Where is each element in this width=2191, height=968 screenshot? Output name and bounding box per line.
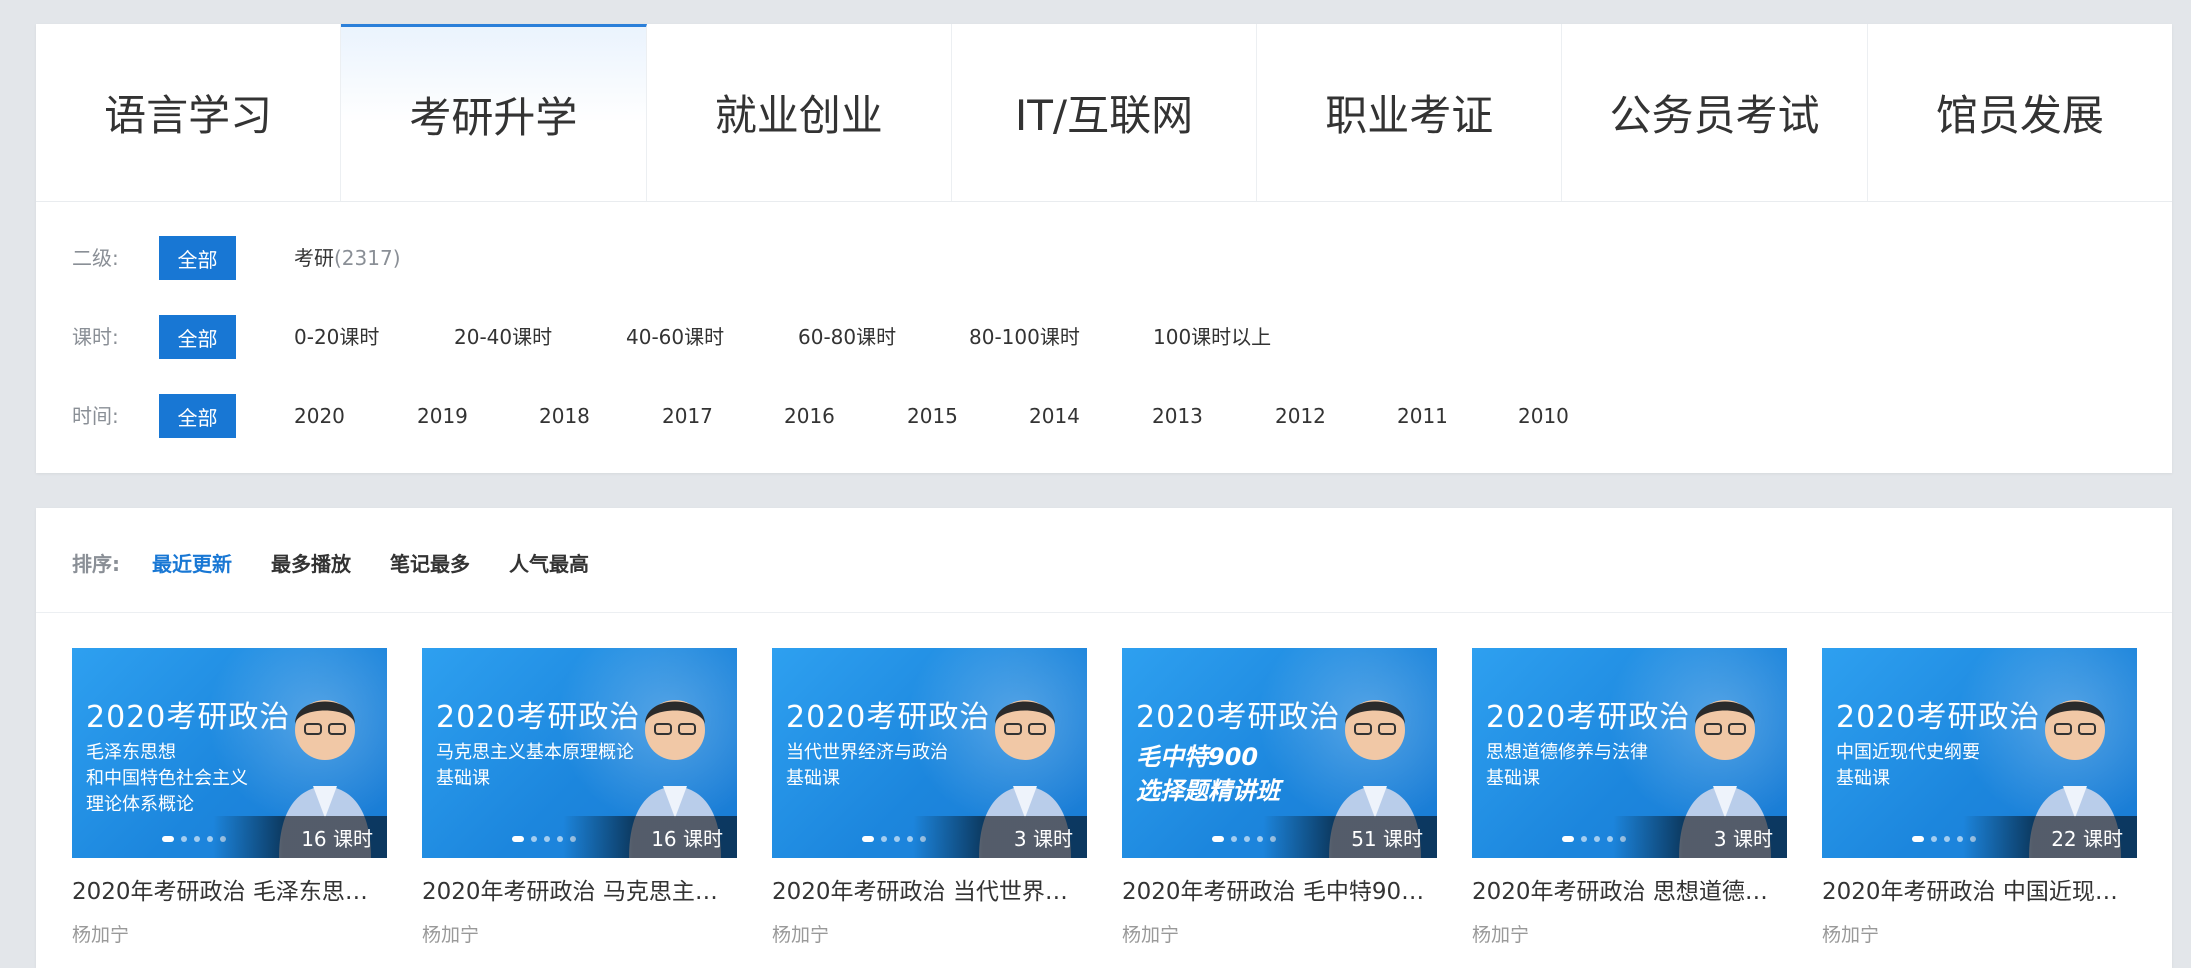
course-card[interactable]: 2020考研政治 中国近现代史纲要 基础课 22 课时 2020年考研政治 中国… <box>1822 648 2137 947</box>
hours-option[interactable]: 80-100课时 <box>969 315 1080 359</box>
time-option[interactable]: 2015 <box>907 394 958 438</box>
course-title[interactable]: 2020年考研政治 毛泽东思… <box>72 872 387 906</box>
course-thumbnail[interactable]: 2020考研政治 毛泽东思想 和中国特色社会主义 理论体系概论 16 课时 <box>72 648 387 858</box>
lesson-count-badge: 3 课时 <box>1613 816 1787 858</box>
lesson-count-badge: 16 课时 <box>563 816 737 858</box>
course-list-panel: 排序: 最近更新 最多播放 笔记最多 人气最高 2020考研政治 毛泽东思想 和… <box>36 508 2172 968</box>
course-thumbnail[interactable]: 2020考研政治 当代世界经济与政治 基础课 3 课时 <box>772 648 1087 858</box>
time-option[interactable]: 2016 <box>784 394 835 438</box>
sort-label: 排序: <box>72 552 120 576</box>
course-title[interactable]: 2020年考研政治 中国近现… <box>1822 872 2137 906</box>
lesson-count-badge: 51 课时 <box>1263 816 1437 858</box>
tab-employment[interactable]: 就业创业 <box>647 24 952 201</box>
course-teacher: 杨加宁 <box>1822 924 1880 946</box>
sort-option-most-played[interactable]: 最多播放 <box>271 548 351 577</box>
category-tabs: 语言学习 考研升学 就业创业 IT/互联网 职业考证 公务员考试 馆员发展 <box>36 24 2172 202</box>
course-thumbnail[interactable]: 2020考研政治 中国近现代史纲要 基础课 22 课时 <box>1822 648 2137 858</box>
filter-panel: 语言学习 考研升学 就业创业 IT/互联网 职业考证 公务员考试 馆员发展 二级… <box>36 24 2172 473</box>
thumb-subtitle: 中国近现代史纲要 基础课 <box>1836 742 1980 789</box>
thumb-title: 2020考研政治 <box>86 700 291 735</box>
course-thumbnail[interactable]: 2020考研政治 马克思主义基本原理概论 基础课 16 课时 <box>422 648 737 858</box>
thumb-title: 2020考研政治 <box>1136 700 1341 735</box>
lesson-count-badge: 22 课时 <box>1963 816 2137 858</box>
course-title[interactable]: 2020年考研政治 当代世界… <box>772 872 1087 906</box>
course-card[interactable]: 2020考研政治 当代世界经济与政治 基础课 3 课时 2020年考研政治 当代… <box>772 648 1087 947</box>
thumb-title: 2020考研政治 <box>1836 700 2041 735</box>
hours-option[interactable]: 60-80课时 <box>798 315 896 359</box>
thumb-title: 2020考研政治 <box>786 700 991 735</box>
course-title[interactable]: 2020年考研政治 马克思主… <box>422 872 737 906</box>
time-option[interactable]: 2020 <box>294 394 345 438</box>
thumb-subtitle: 当代世界经济与政治 基础课 <box>786 742 948 789</box>
tab-librarian[interactable]: 馆员发展 <box>1868 24 2172 201</box>
course-teacher: 杨加宁 <box>1472 924 1530 946</box>
time-option[interactable]: 2014 <box>1029 394 1080 438</box>
filter-label-time: 时间: <box>72 404 119 428</box>
time-all-button[interactable]: 全部 <box>159 394 236 438</box>
filter-label-hours: 课时: <box>72 325 119 349</box>
time-option[interactable]: 2010 <box>1518 394 1569 438</box>
time-option[interactable]: 2013 <box>1152 394 1203 438</box>
thumb-title: 2020考研政治 <box>1486 700 1691 735</box>
tab-postgraduate[interactable]: 考研升学 <box>341 24 647 201</box>
sort-option-popular[interactable]: 人气最高 <box>509 548 589 577</box>
course-teacher: 杨加宁 <box>1122 924 1180 946</box>
hours-option[interactable]: 20-40课时 <box>454 315 552 359</box>
course-card[interactable]: 2020考研政治 思想道德修养与法律 基础课 3 课时 2020年考研政治 思想… <box>1472 648 1787 947</box>
time-option[interactable]: 2017 <box>662 394 713 438</box>
sort-bar: 排序: 最近更新 最多播放 笔记最多 人气最高 <box>36 508 2172 613</box>
time-option[interactable]: 2011 <box>1397 394 1448 438</box>
level2-all-button[interactable]: 全部 <box>159 236 236 280</box>
tab-language[interactable]: 语言学习 <box>36 24 342 201</box>
course-thumbnail[interactable]: 2020考研政治 思想道德修养与法律 基础课 3 课时 <box>1472 648 1787 858</box>
hours-option[interactable]: 100课时以上 <box>1153 315 1271 359</box>
course-card[interactable]: 2020考研政治 马克思主义基本原理概论 基础课 16 课时 2020年考研政治… <box>422 648 737 947</box>
hours-option[interactable]: 0-20课时 <box>294 315 379 359</box>
lesson-count-badge: 16 课时 <box>213 816 387 858</box>
thumb-subtitle: 毛泽东思想 和中国特色社会主义 理论体系概论 <box>86 742 248 815</box>
level2-option-kaoyan[interactable]: 考研(2317) <box>294 236 401 280</box>
tab-professional-cert[interactable]: 职业考证 <box>1257 24 1563 201</box>
course-teacher: 杨加宁 <box>772 924 830 946</box>
time-option[interactable]: 2012 <box>1275 394 1326 438</box>
sort-option-most-notes[interactable]: 笔记最多 <box>390 548 470 577</box>
tab-civil-service[interactable]: 公务员考试 <box>1562 24 1868 201</box>
thumb-subtitle: 思想道德修养与法律 基础课 <box>1486 742 1648 789</box>
lesson-count-badge: 3 课时 <box>913 816 1087 858</box>
course-card[interactable]: 2020考研政治 毛中特900 选择题精讲班 51 课时 2020年考研政治 毛… <box>1122 648 1437 947</box>
hours-option[interactable]: 40-60课时 <box>626 315 724 359</box>
time-option[interactable]: 2019 <box>417 394 468 438</box>
thumb-subtitle: 毛中特900 选择题精讲班 <box>1136 743 1280 805</box>
course-teacher: 杨加宁 <box>72 924 130 946</box>
thumb-subtitle: 马克思主义基本原理概论 基础课 <box>436 742 634 789</box>
time-option[interactable]: 2018 <box>539 394 590 438</box>
course-thumbnail[interactable]: 2020考研政治 毛中特900 选择题精讲班 51 课时 <box>1122 648 1437 858</box>
hours-all-button[interactable]: 全部 <box>159 315 236 359</box>
tab-it-internet[interactable]: IT/互联网 <box>952 24 1258 201</box>
thumb-title: 2020考研政治 <box>436 700 641 735</box>
sort-option-latest[interactable]: 最近更新 <box>152 548 232 577</box>
course-teacher: 杨加宁 <box>422 924 480 946</box>
course-title[interactable]: 2020年考研政治 毛中特90… <box>1122 872 1437 906</box>
course-card[interactable]: 2020考研政治 毛泽东思想 和中国特色社会主义 理论体系概论 16 课时 20… <box>72 648 387 947</box>
course-title[interactable]: 2020年考研政治 思想道德… <box>1472 872 1787 906</box>
filter-label-level2: 二级: <box>72 246 119 270</box>
